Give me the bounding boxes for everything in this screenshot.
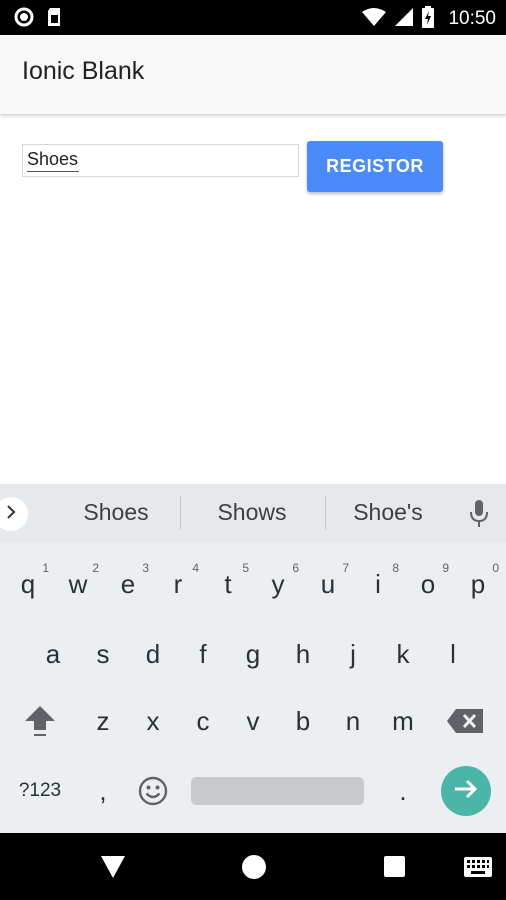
register-button[interactable]: REGISTOR (307, 141, 443, 192)
key-b[interactable]: b (280, 691, 326, 751)
key-w[interactable]: w2 (55, 554, 101, 614)
period-key[interactable]: . (380, 761, 426, 821)
key-hint: 8 (392, 561, 399, 575)
key-hint: 5 (242, 561, 249, 575)
app-header: Ionic Blank (0, 35, 506, 115)
key-label: o (420, 569, 436, 599)
key-z[interactable]: z (80, 691, 126, 751)
text-input-value: Shoes (27, 149, 79, 169)
key-hint: 7 (342, 561, 349, 575)
key-hint: 4 (192, 561, 199, 575)
spellcheck-underline (27, 171, 79, 172)
key-label: y (271, 569, 285, 599)
chevron-right-icon (4, 504, 18, 524)
emoji-key[interactable] (130, 761, 176, 821)
space-key[interactable] (191, 777, 364, 805)
back-icon[interactable] (100, 855, 126, 883)
backspace-key[interactable] (442, 691, 488, 751)
key-label: i (375, 569, 381, 599)
keyboard-icon[interactable] (464, 857, 492, 881)
key-label: t (224, 569, 232, 599)
key-y[interactable]: y6 (255, 554, 301, 614)
key-label: e (120, 569, 136, 599)
key-e[interactable]: e3 (105, 554, 151, 614)
symbols-key[interactable]: ?123 (17, 761, 63, 821)
suggestion-bar: Shoes Shows Shoe's (0, 484, 506, 542)
key-o[interactable]: o9 (405, 554, 451, 614)
battery-charging-icon (422, 6, 435, 32)
key-p[interactable]: p0 (455, 554, 501, 614)
key-j[interactable]: j (330, 624, 376, 684)
key-label: q (20, 569, 36, 599)
key-l[interactable]: l (430, 624, 476, 684)
key-r[interactable]: r4 (155, 554, 201, 614)
navigation-bar (0, 833, 506, 900)
text-input[interactable]: Shoes (22, 144, 299, 177)
key-t[interactable]: t5 (205, 554, 251, 614)
key-hint: 9 (442, 561, 449, 575)
key-hint: 1 (42, 561, 49, 575)
key-d[interactable]: d (130, 624, 176, 684)
shift-key[interactable] (17, 691, 63, 751)
suggestion-3[interactable]: Shoe's (318, 499, 458, 526)
key-u[interactable]: u7 (305, 554, 351, 614)
status-bar: 10:50 (0, 0, 506, 35)
status-time: 10:50 (448, 8, 496, 29)
record-icon (14, 7, 34, 31)
divider (180, 496, 181, 530)
key-label: p (470, 569, 486, 599)
key-f[interactable]: f (180, 624, 226, 684)
soft-keyboard: Shoes Shows Shoe's q1 w2 e3 r4 t5 y6 u7 … (0, 484, 506, 833)
key-a[interactable]: a (30, 624, 76, 684)
key-hint: 6 (292, 561, 299, 575)
key-m[interactable]: m (380, 691, 426, 751)
key-n[interactable]: n (330, 691, 376, 751)
key-s[interactable]: s (80, 624, 126, 684)
key-q[interactable]: q1 (5, 554, 51, 614)
key-v[interactable]: v (230, 691, 276, 751)
key-k[interactable]: k (380, 624, 426, 684)
key-hint: 2 (92, 561, 99, 575)
home-icon[interactable] (242, 855, 266, 879)
suggestion-1[interactable]: Shoes (46, 499, 186, 526)
key-i[interactable]: i8 (355, 554, 401, 614)
comma-key[interactable]: , (80, 761, 126, 821)
key-x[interactable]: x (130, 691, 176, 751)
wifi-icon (362, 7, 387, 31)
mic-icon[interactable] (467, 499, 491, 533)
signal-icon (394, 7, 414, 31)
key-label: w (68, 569, 88, 599)
key-c[interactable]: c (180, 691, 226, 751)
key-label: u (320, 569, 336, 599)
recent-apps-icon[interactable] (384, 856, 405, 877)
enter-key[interactable] (441, 766, 491, 816)
key-g[interactable]: g (230, 624, 276, 684)
sim-card-icon (46, 7, 62, 31)
key-h[interactable]: h (280, 624, 326, 684)
page-title: Ionic Blank (22, 57, 145, 85)
key-hint: 0 (492, 561, 499, 575)
emoji-icon (138, 776, 168, 812)
key-label: r (173, 569, 183, 599)
arrow-right-icon (453, 778, 479, 804)
key-hint: 3 (142, 561, 149, 575)
shift-icon (23, 706, 57, 745)
suggestion-2[interactable]: Shows (182, 499, 322, 526)
expand-suggestions-button[interactable] (0, 497, 28, 531)
backspace-icon (446, 709, 484, 740)
